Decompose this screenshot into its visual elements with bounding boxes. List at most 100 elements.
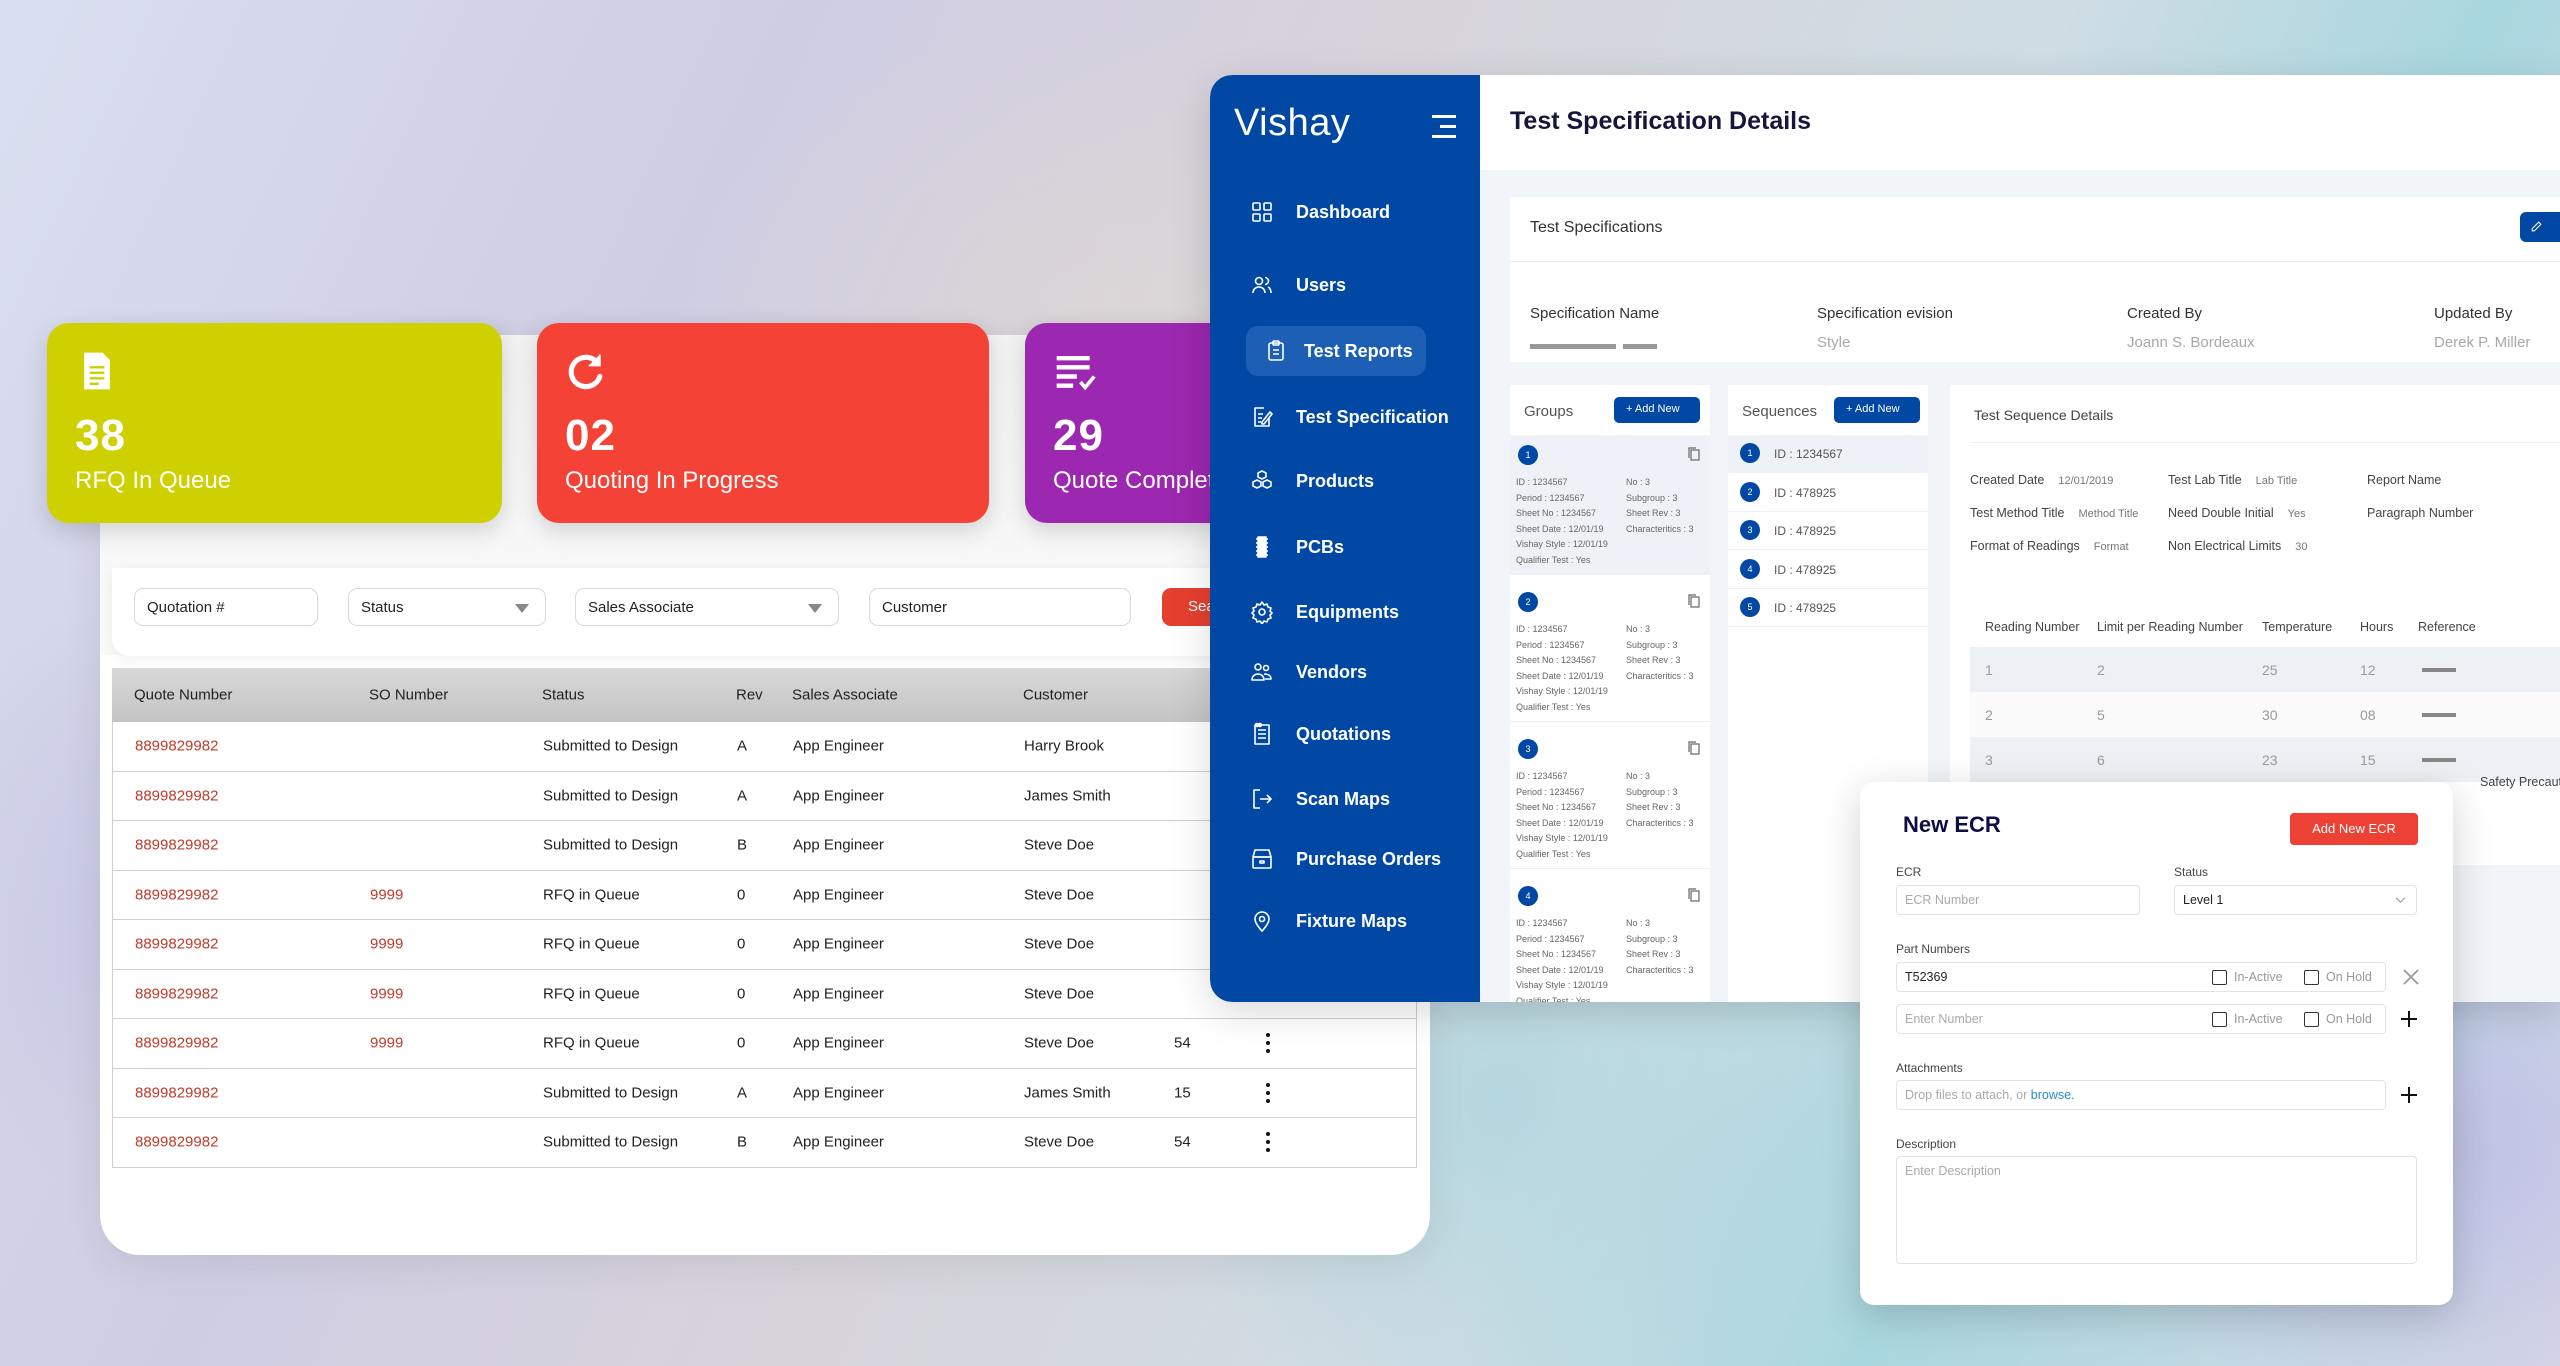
- sidebar-item-test-specification[interactable]: Test Specification: [1210, 395, 1480, 439]
- cell-qty: 54: [1174, 1034, 1191, 1052]
- column-header[interactable]: Rev: [736, 687, 763, 704]
- sidebar-item-fixture-maps[interactable]: Fixture Maps: [1210, 899, 1480, 943]
- add-part-icon[interactable]: [2400, 1010, 2418, 1028]
- attachments-dropzone[interactable]: Drop files to attach, or browse.: [1896, 1080, 2386, 1110]
- group-field-sheet-date: Sheet Date : 12/01/19: [1516, 523, 1604, 534]
- part-number-input[interactable]: T52369 In-Active On Hold: [1896, 962, 2386, 992]
- menu-toggle-icon[interactable]: [1430, 115, 1456, 139]
- sequence-id: ID : 478925: [1774, 485, 1837, 500]
- add-new-ecr-button[interactable]: Add New ECR: [2290, 813, 2418, 845]
- copy-icon[interactable]: [1688, 888, 1700, 902]
- more-options-icon[interactable]: [1266, 1082, 1270, 1103]
- sequence-item[interactable]: 3 ID : 478925: [1728, 512, 1928, 550]
- sidebar-item-products[interactable]: Products: [1210, 459, 1480, 503]
- cell-quote[interactable]: 8899829982: [135, 1035, 218, 1052]
- copy-icon[interactable]: [1688, 741, 1700, 755]
- column-header[interactable]: Status: [542, 687, 585, 704]
- cell-quote[interactable]: 8899829982: [135, 936, 218, 953]
- customer-input[interactable]: Customer: [869, 588, 1131, 626]
- field-label: Non Electrical Limits: [2168, 539, 2282, 553]
- table-header: Reading Number Limit per Reading Number …: [1970, 607, 2560, 647]
- table-row[interactable]: 8899829982 Submitted to Design A App Engine…: [112, 1068, 1417, 1118]
- inactive-checkbox[interactable]: [2212, 970, 2227, 985]
- field-value: 12/01/2019: [2058, 475, 2114, 487]
- sidebar-item-vendors[interactable]: Vendors: [1210, 650, 1480, 694]
- sales-associate-select[interactable]: Sales Associate: [575, 588, 839, 626]
- group-field-style: Vishay Style : 12/01/19: [1516, 833, 1608, 843]
- group-item[interactable]: 3 ID : 1234567 Period : 1234567 Sheet No : …: [1510, 729, 1710, 869]
- field-label: Created By: [2127, 305, 2203, 322]
- sequence-item[interactable]: 1 ID : 1234567: [1728, 435, 1928, 473]
- cubes-icon: [1252, 470, 1272, 489]
- group-item[interactable]: 1 ID : 1234567 Period : 1234567 Sheet No : …: [1510, 435, 1710, 575]
- sidebar-item-users[interactable]: Users: [1210, 263, 1480, 307]
- sequence-field: Report Name: [2367, 473, 2441, 487]
- part-number-input[interactable]: Enter Number In-Active On Hold: [1896, 1004, 2386, 1034]
- ecr-number-input[interactable]: ECR Number: [1896, 885, 2140, 915]
- field-label: Test Lab Title: [2168, 473, 2242, 487]
- edit-button[interactable]: [2520, 212, 2560, 242]
- table-row[interactable]: 8899829982 Submitted to Design B App Engine…: [112, 1118, 1417, 1168]
- part-numbers-label: Part Numbers: [1896, 942, 1971, 956]
- sidebar-item-pcbs[interactable]: PCBs: [1210, 525, 1480, 569]
- browse-link[interactable]: browse.: [2031, 1088, 2075, 1102]
- cell-quote[interactable]: 8899829982: [135, 738, 218, 755]
- column-header[interactable]: Customer: [1023, 687, 1088, 704]
- users-icon: [1252, 276, 1272, 294]
- on-hold-checkbox[interactable]: [2304, 970, 2319, 985]
- group-field-sheet-rev: Sheet Rev : 3: [1626, 655, 1681, 665]
- field-label: Test Method Title: [1970, 506, 2065, 520]
- description-textarea[interactable]: Enter Description: [1896, 1156, 2417, 1264]
- add-attachment-icon[interactable]: [2400, 1086, 2418, 1104]
- stat-card-rfq-in-queue[interactable]: 38 RFQ In Queue: [47, 323, 502, 523]
- add-group-button[interactable]: + Add New: [1614, 397, 1700, 423]
- section-title: Test Sequence Details: [1974, 407, 2114, 423]
- cell-customer: Harry Brook: [1024, 737, 1105, 755]
- column-header[interactable]: Sales Associate: [792, 687, 898, 704]
- field-value: Yes: [2287, 508, 2306, 520]
- section-title: Test Specifications: [1530, 219, 1663, 236]
- group-field-style: Vishay Style : 12/01/19: [1516, 686, 1608, 696]
- cell-quote[interactable]: 8899829982: [135, 1134, 218, 1151]
- sidebar-item-test-reports[interactable]: Test Reports: [1210, 326, 1480, 376]
- cell-quote[interactable]: 8899829982: [135, 985, 218, 1002]
- column-header[interactable]: Quote Number: [134, 687, 232, 704]
- cell-reading: 1: [1985, 661, 1993, 678]
- cell-customer: James Smith: [1024, 787, 1111, 805]
- cell-quote[interactable]: 8899829982: [135, 1084, 218, 1101]
- cell-quote[interactable]: 8899829982: [135, 886, 218, 903]
- add-sequence-button[interactable]: + Add New: [1834, 397, 1920, 423]
- inactive-checkbox[interactable]: [2212, 1012, 2227, 1027]
- copy-icon[interactable]: [1688, 447, 1700, 461]
- cell-quote[interactable]: 8899829982: [135, 787, 218, 804]
- more-options-icon[interactable]: [1266, 1033, 1270, 1054]
- column-header[interactable]: SO Number: [369, 687, 448, 704]
- sidebar-item-purchase-orders[interactable]: Purchase Orders: [1210, 837, 1480, 881]
- sidebar-item-quotations[interactable]: Quotations: [1210, 712, 1480, 756]
- group-item[interactable]: 4 ID : 1234567 Period : 1234567 Sheet No : …: [1510, 876, 1710, 1002]
- sequence-field: Non Electrical Limits 30: [2168, 539, 2307, 553]
- table-row[interactable]: 8899829982 9999 RFQ in Queue 0 App Engineer S…: [112, 1019, 1417, 1069]
- copy-icon[interactable]: [1688, 594, 1700, 608]
- status-select[interactable]: Level 1: [2174, 885, 2417, 915]
- group-field-chars: Characteritics : 3: [1626, 964, 1694, 975]
- field-value: Format: [2093, 541, 2129, 553]
- brand-logo[interactable]: Vishay: [1234, 102, 1350, 145]
- sidebar-item-scan-maps[interactable]: Scan Maps: [1210, 777, 1480, 821]
- sequence-item[interactable]: 4 ID : 478925: [1728, 551, 1928, 589]
- on-hold-checkbox[interactable]: [2304, 1012, 2319, 1027]
- sequence-item[interactable]: 5 ID : 478925: [1728, 589, 1928, 627]
- cell-associate: App Engineer: [793, 1034, 884, 1052]
- reference-placeholder: [2422, 712, 2456, 717]
- group-item[interactable]: 2 ID : 1234567 Period : 1234567 Sheet No : …: [1510, 582, 1710, 722]
- cell-quote[interactable]: 8899829982: [135, 837, 218, 854]
- remove-part-icon[interactable]: [2402, 968, 2420, 986]
- sequence-item[interactable]: 2 ID : 478925: [1728, 474, 1928, 512]
- status-select[interactable]: Status: [348, 588, 546, 626]
- sidebar-item-dashboard[interactable]: Dashboard: [1210, 190, 1480, 234]
- more-options-icon[interactable]: [1266, 1132, 1270, 1153]
- cell-rev: A: [737, 1084, 748, 1102]
- sidebar-item-equipments[interactable]: Equipments: [1210, 590, 1480, 634]
- quotation-number-input[interactable]: Quotation #: [134, 588, 318, 626]
- stat-card-quoting-in-progress[interactable]: 02 Quoting In Progress: [537, 323, 989, 523]
